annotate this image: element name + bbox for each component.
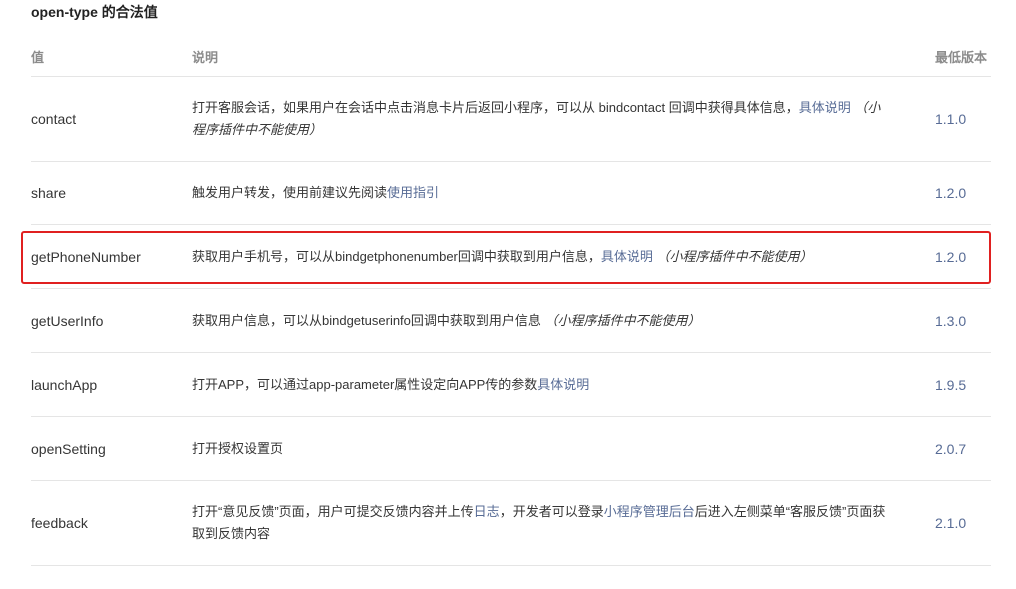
row-version: 2.0.7	[935, 440, 967, 457]
row-description: 打开“意见反馈”页面，用户可提交反馈内容并上传日志，开发者可以登录小程序管理后台…	[192, 501, 892, 545]
description-text: 打开客服会话，如果用户在会话中点击消息卡片后返回小程序，可以从 bindcont…	[192, 100, 799, 115]
row-description: 触发用户转发，使用前建议先阅读使用指引	[192, 182, 892, 204]
guide-link[interactable]: 使用指引	[387, 185, 439, 200]
row-name: feedback	[31, 515, 88, 531]
row-description: 打开授权设置页	[192, 438, 892, 460]
row-name: getPhoneNumber	[31, 248, 141, 265]
column-header-value: 值	[31, 50, 45, 65]
column-header-desc: 说明	[192, 50, 219, 65]
row-description: 打开客服会话，如果用户在会话中点击消息卡片后返回小程序，可以从 bindcont…	[192, 97, 892, 141]
description-text: 打开“意见反馈”页面，用户可提交反馈内容并上传	[192, 504, 474, 519]
description-text: 触发用户转发，使用前建议先阅读	[192, 185, 388, 200]
detail-link[interactable]: 具体说明	[601, 249, 653, 264]
description-text: 打开APP，可以通过app-parameter属性设定向APP传的参数	[192, 376, 538, 392]
table-header: 值 说明 最低版本	[31, 36, 991, 77]
row-version: 1.2.0	[935, 248, 967, 265]
description-text: 打开授权设置页	[192, 440, 284, 456]
description-text: ，开发者可以登录	[499, 504, 604, 519]
row-name: getUserInfo	[31, 312, 104, 329]
row-name: contact	[31, 111, 77, 127]
detail-link[interactable]: 具体说明	[799, 100, 851, 115]
column-header-version: 最低版本	[935, 50, 988, 65]
row-description: 获取用户手机号，可以从bindgetphonenumber回调中获取到用户信息，…	[192, 246, 912, 268]
row-version: 1.9.5	[935, 376, 967, 393]
row-version: 2.1.0	[935, 515, 967, 531]
row-version: 1.2.0	[935, 185, 967, 201]
plugin-note: （小程序插件中不能使用）	[544, 312, 701, 328]
row-version: 1.3.0	[935, 312, 967, 329]
row-name: share	[31, 185, 67, 201]
row-description: 获取用户信息，可以从bindgetuserinfo回调中获取到用户信息 （小程序…	[192, 310, 892, 332]
row-name: launchApp	[31, 376, 98, 393]
description-text: 获取用户信息，可以从bindgetuserinfo回调中获取到用户信息	[192, 312, 545, 328]
admin-console-link[interactable]: 小程序管理后台	[604, 504, 695, 519]
table-row-share: share 触发用户转发，使用前建议先阅读使用指引 1.2.0	[31, 162, 991, 225]
table-row-getphonenumber: getPhoneNumber 获取用户手机号，可以从bindgetphonenu…	[31, 225, 991, 289]
row-description: 打开APP，可以通过app-parameter属性设定向APP传的参数具体说明	[192, 374, 892, 396]
row-version: 1.1.0	[935, 111, 967, 127]
table-row-getuserinfo: getUserInfo 获取用户信息，可以从bindgetuserinfo回调中…	[31, 289, 991, 353]
table-row-contact: contact 打开客服会话，如果用户在会话中点击消息卡片后返回小程序，可以从 …	[31, 77, 991, 162]
table-row-feedback: feedback 打开“意见反馈”页面，用户可提交反馈内容并上传日志，开发者可以…	[31, 481, 991, 566]
plugin-note: （小程序插件中不能使用）	[656, 248, 813, 264]
section-title: open-type 的合法值	[31, 4, 158, 20]
log-link[interactable]: 日志	[474, 504, 500, 519]
table-row-launchapp: launchApp 打开APP，可以通过app-parameter属性设定向AP…	[31, 353, 991, 417]
table-row-opensetting: openSetting 打开授权设置页 2.0.7	[31, 417, 991, 481]
row-name: openSetting	[31, 440, 106, 457]
open-type-table: 值 说明 最低版本 contact 打开客服会话，如果用户在会话中点击消息卡片后…	[31, 36, 991, 566]
description-text: 获取用户手机号，可以从bindgetphonenumber回调中获取到用户信息，	[192, 248, 601, 264]
detail-link[interactable]: 具体说明	[537, 377, 589, 392]
